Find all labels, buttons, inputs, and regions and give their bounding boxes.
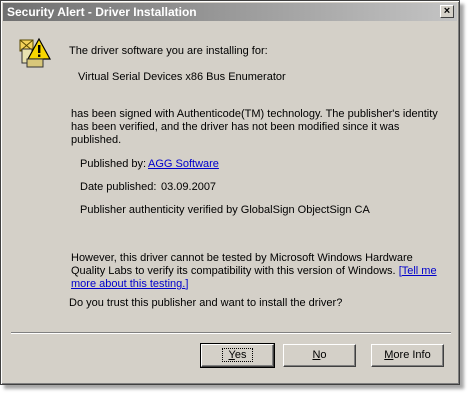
- no-button[interactable]: No: [283, 344, 356, 367]
- signed-text: has been signed with Authenticode(TM) te…: [71, 108, 438, 146]
- warning-body: However, this driver cannot be tested by…: [71, 252, 413, 277]
- title-bar[interactable]: Security Alert - Driver Installation ×: [3, 3, 457, 21]
- security-alert-dialog: Security Alert - Driver Installation × T…: [0, 0, 460, 385]
- trust-question: Do you trust this publisher and want to …: [69, 297, 343, 309]
- more-info-button[interactable]: More Info: [371, 344, 444, 367]
- close-icon: ×: [443, 5, 451, 17]
- close-button[interactable]: ×: [440, 5, 454, 18]
- yes-button[interactable]: Yes: [200, 343, 275, 368]
- authenticity-text: Publisher authenticity verified by Globa…: [80, 204, 370, 216]
- link-close-bracket: ]: [185, 278, 189, 290]
- date-published-label: Date published:: [80, 181, 157, 193]
- shield-warning-icon: [19, 37, 52, 69]
- separator: [11, 332, 451, 334]
- warning-text: However, this driver cannot be tested by…: [71, 252, 449, 291]
- intro-text: The driver software you are installing f…: [69, 45, 268, 57]
- publisher-link[interactable]: AGG Software: [148, 158, 219, 170]
- window-title: Security Alert - Driver Installation: [7, 5, 197, 19]
- date-published-value: 03.09.2007: [161, 181, 217, 193]
- published-by-label: Published by:: [80, 158, 147, 170]
- device-name: Virtual Serial Devices x86 Bus Enumerato…: [78, 71, 286, 83]
